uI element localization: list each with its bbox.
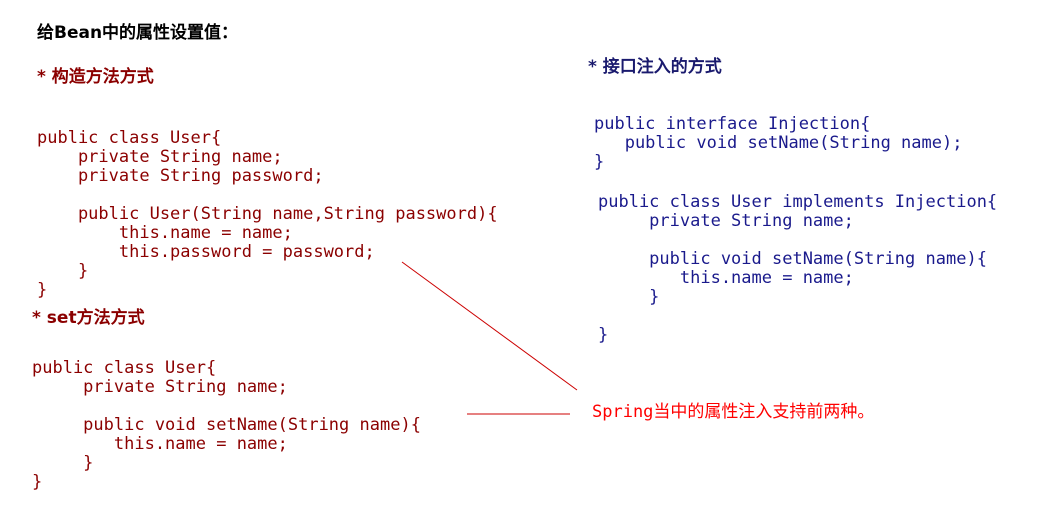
annotation-note: Spring当中的属性注入支持前两种。 (592, 402, 875, 422)
annotation-lines (401, 261, 578, 415)
pointer-line-diagonal (401, 261, 578, 391)
